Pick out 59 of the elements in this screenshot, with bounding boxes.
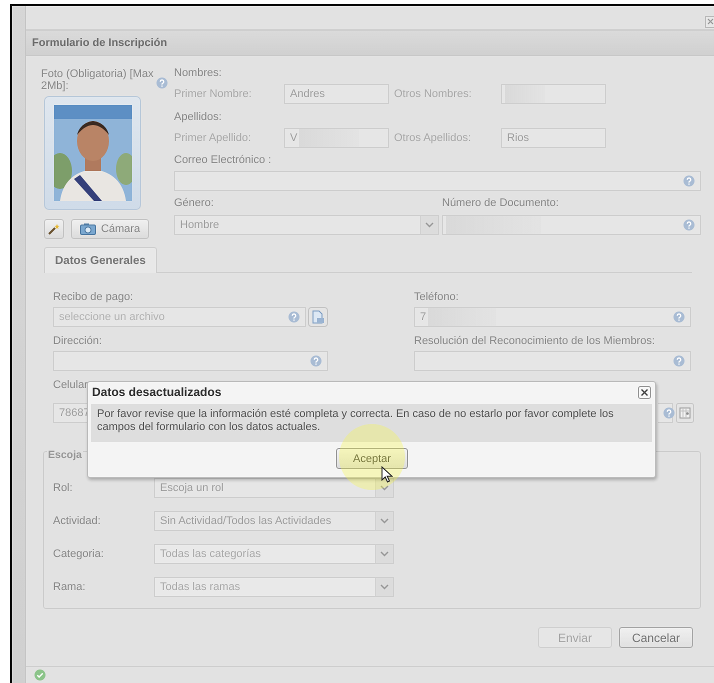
field-label: Recibo de pago:	[53, 291, 134, 305]
field-label: Número de Documento:	[442, 197, 560, 211]
field-label: Otros Apellidos:	[394, 132, 472, 144]
text-field[interactable]: Rios	[501, 128, 606, 148]
dropdown[interactable]: Sin Actividad/Todos las Actividades	[154, 511, 394, 531]
help-icon	[310, 355, 322, 367]
field-label: Otros Nombres:	[394, 88, 473, 100]
gender-select[interactable]: Hombre	[174, 215, 439, 235]
text-field[interactable]: V	[284, 128, 389, 148]
text-field[interactable]: Andres	[284, 84, 389, 104]
help-icon	[683, 219, 695, 231]
section-label: Apellidos:	[174, 111, 223, 125]
email-field[interactable]	[174, 171, 701, 191]
field-label: Dirección:	[53, 335, 102, 349]
field-label: Correo Electrónico :	[174, 154, 272, 168]
dialog-title: Datos desactualizados	[92, 385, 222, 399]
calendar-button[interactable]	[676, 403, 694, 423]
camera-button[interactable]: Cámara	[71, 219, 149, 239]
help-icon	[288, 311, 300, 323]
magic-wand-button[interactable]	[44, 219, 64, 239]
chevron-down-icon	[380, 518, 389, 524]
accept-button[interactable]: Aceptar	[336, 448, 408, 469]
date-field[interactable]	[658, 403, 673, 423]
check-icon	[34, 669, 46, 681]
resolution-field[interactable]	[414, 351, 691, 371]
help-icon	[683, 175, 695, 187]
help-icon	[663, 407, 675, 419]
field-label: Categoria:	[53, 548, 105, 560]
address-field[interactable]	[53, 351, 328, 371]
photo-label: Foto (Obligatoria) [Max 2Mb]:	[41, 68, 154, 92]
close-icon[interactable]	[638, 386, 651, 398]
field-label: Primer Nombre:	[174, 88, 253, 100]
help-icon	[673, 311, 685, 323]
field-label: Género:	[174, 197, 215, 211]
chevron-down-icon	[425, 222, 434, 228]
dropdown[interactable]: Escoja un rol	[154, 478, 394, 498]
form-title: Formulario de Inscripción	[26, 31, 714, 56]
camera-icon	[80, 223, 96, 235]
field-label: Celular	[53, 379, 88, 393]
cancel-button[interactable]: Cancelar	[618, 627, 693, 648]
field-label: Actividad:	[53, 515, 102, 527]
field-label: Primer Apellido:	[174, 132, 252, 144]
field-label: Resolución del Reconocimiento de los Miembros:	[414, 335, 655, 349]
tab[interactable]: Datos Generales	[44, 247, 157, 273]
help-icon	[673, 355, 685, 367]
group-legend: Escoja	[47, 449, 83, 461]
chevron-down-icon	[380, 584, 389, 590]
chevron-down-icon	[380, 485, 389, 491]
file-button[interactable]	[308, 307, 328, 327]
chevron-down-icon	[380, 551, 389, 557]
magic-wand-icon	[48, 223, 60, 235]
document-field[interactable]	[442, 215, 701, 235]
section-label: Nombres:	[174, 67, 223, 81]
field-label: Rama:	[53, 581, 86, 593]
help-icon	[156, 77, 168, 89]
field-label: Rol:	[53, 482, 74, 494]
dialog-message: Por favor revise que la información esté completa y correcta. En caso de no estarlo por favor complete los campos del formulario con los datos actuales.	[91, 404, 652, 442]
field-label: Teléfono:	[414, 291, 459, 305]
phone-field[interactable]: 7	[414, 307, 691, 327]
